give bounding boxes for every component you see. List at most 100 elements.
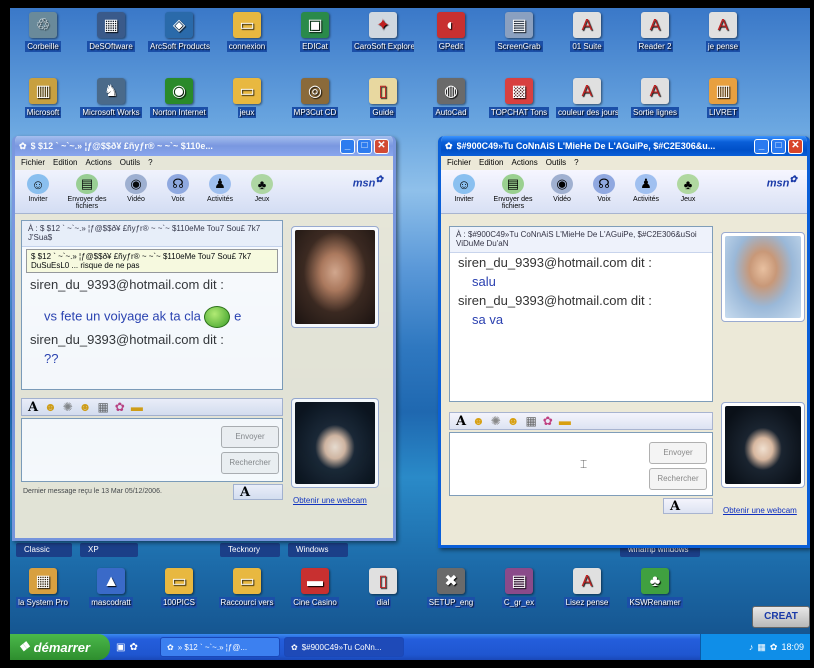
nudge-icon[interactable]: ☻ bbox=[507, 414, 520, 428]
desktop-shortcut[interactable]: ▯ Guide bbox=[352, 78, 414, 120]
own-display-picture[interactable] bbox=[291, 398, 379, 488]
start-button[interactable]: ❖ démarrer bbox=[10, 634, 110, 660]
desktop-shortcut[interactable]: ✦ CaroSoft Explorer bbox=[352, 12, 414, 54]
menu-help[interactable]: ? bbox=[574, 158, 578, 168]
desktop-shortcut[interactable]: ◍ AutoCad bbox=[420, 78, 482, 120]
volume-icon[interactable]: ♪ bbox=[749, 642, 754, 652]
menu-tools[interactable]: Outils bbox=[120, 158, 140, 168]
taskbar-button[interactable]: ✿» $12 ` ~`~.» ¦ƒ@... bbox=[160, 637, 280, 657]
desktop-shortcut[interactable]: ▭ connexion bbox=[216, 12, 278, 54]
send-files-button[interactable]: ▤ Envoyer des fichiers bbox=[489, 174, 537, 210]
menu-edit[interactable]: Edition bbox=[479, 158, 503, 168]
desktop-shortcut[interactable]: Acouleur des jours bbox=[556, 78, 618, 120]
wink-icon[interactable]: ✺ bbox=[491, 414, 501, 428]
msn-conversation-window-right[interactable]: ✿ $#900C49»Tu CoNnAiS L'MieHe De L'AGuiP… bbox=[438, 136, 810, 548]
desktop-shortcut[interactable]: ◈ ArcSoft Products bbox=[148, 12, 210, 54]
desktop-shortcut[interactable]: ♞ Microsoft Works bbox=[80, 78, 142, 120]
emoticon-picker-icon[interactable]: ☻ bbox=[44, 400, 57, 414]
font-icon[interactable]: A bbox=[28, 400, 38, 415]
close-button[interactable]: ✕ bbox=[374, 138, 389, 154]
desktop-shortcut[interactable]: ▦ DeSOftware bbox=[80, 12, 142, 54]
clock[interactable]: 18:09 bbox=[781, 642, 804, 652]
desktop-shortcut[interactable]: A Sortie lignes bbox=[624, 78, 686, 120]
quickbar-item[interactable]: Tecknory bbox=[220, 543, 280, 557]
font-icon[interactable]: A bbox=[456, 414, 466, 429]
video-button[interactable]: ◉ Vidéo bbox=[545, 174, 579, 203]
desktop-shortcut[interactable]: ▯ dial bbox=[352, 568, 414, 610]
desktop-shortcut[interactable]: ◎ MP3Cut CD bbox=[284, 78, 346, 120]
desktop-shortcut[interactable]: ◉ Norton Internet bbox=[148, 78, 210, 120]
desktop-shortcut[interactable]: A Reader 2 bbox=[624, 12, 686, 54]
msn-conversation-window-left[interactable]: ✿ $ $12 ` ~`~.» ¦ƒ@$$ð¥ £ñyƒr® ~ ~`~ $11… bbox=[12, 136, 396, 541]
desktop-shortcut[interactable]: ♲ Corbeille bbox=[12, 12, 74, 54]
gift-icon[interactable]: ✿ bbox=[115, 400, 125, 414]
minimize-button[interactable]: _ bbox=[340, 138, 355, 154]
conversation-history[interactable]: À : $ $12 ` ~`~.» ¦ƒ@$$ð¥ £ñyƒr® ~ ~`~ $… bbox=[21, 220, 283, 390]
window-titlebar[interactable]: ✿ $ $12 ` ~`~.» ¦ƒ@$$ð¥ £ñyƒr® ~ ~`~ $11… bbox=[15, 136, 393, 156]
background-icon[interactable]: ▦ bbox=[525, 414, 536, 428]
desktop-shortcut[interactable]: ▤ C_gr_ex bbox=[488, 568, 550, 610]
get-webcam-link[interactable]: Obtenir une webcam bbox=[723, 506, 797, 515]
activities-button[interactable]: ♟ Activités bbox=[629, 174, 663, 203]
network-icon[interactable]: ▦ bbox=[757, 642, 766, 653]
desktop-icon[interactable]: ▣ bbox=[116, 642, 125, 653]
video-button[interactable]: ◉ Vidéo bbox=[119, 174, 153, 203]
desktop-shortcut[interactable]: ▤ ScreenGrab bbox=[488, 12, 550, 54]
desktop-shortcut[interactable]: ▭ 100PICS bbox=[148, 568, 210, 610]
gift-icon[interactable]: ✿ bbox=[543, 414, 553, 428]
desktop-shortcut[interactable]: A Lisez pense bbox=[556, 568, 618, 610]
desktop-shortcut[interactable]: ▣ EDICat bbox=[284, 12, 346, 54]
desktop-shortcut[interactable]: ▥ LIVRET bbox=[692, 78, 754, 120]
invite-button[interactable]: ☺ Inviter bbox=[447, 174, 481, 203]
minimize-button[interactable]: _ bbox=[754, 138, 769, 154]
activities-button[interactable]: ♟ Activités bbox=[203, 174, 237, 203]
voice-button[interactable]: ☊ Voix bbox=[161, 174, 195, 203]
desktop-shortcut[interactable]: ▬ Cine Casino bbox=[284, 568, 346, 610]
send-button[interactable]: Envoyer bbox=[649, 442, 707, 464]
contact-display-picture[interactable] bbox=[291, 226, 379, 328]
send-button[interactable]: Envoyer bbox=[221, 426, 279, 448]
menu-file[interactable]: Fichier bbox=[21, 158, 45, 168]
menu-tools[interactable]: Outils bbox=[546, 158, 566, 168]
conversation-history[interactable]: À : $#900C49»Tu CoNnAiS L'MieHe De L'AGu… bbox=[449, 226, 713, 402]
wink-icon[interactable]: ✺ bbox=[63, 400, 73, 414]
voice-clip-icon[interactable]: ▬ bbox=[131, 400, 143, 414]
menu-help[interactable]: ? bbox=[148, 158, 152, 168]
desktop-shortcut[interactable]: ▦ la System Pro bbox=[12, 568, 74, 610]
own-display-picture[interactable] bbox=[721, 402, 805, 488]
close-button[interactable]: ✕ bbox=[788, 138, 803, 154]
menu-edit[interactable]: Edition bbox=[53, 158, 77, 168]
desktop-shortcut[interactable]: ◐ GPedit bbox=[420, 12, 482, 54]
taskbar-button[interactable]: ✿ $#900C49»Tu CoNn... bbox=[284, 637, 404, 657]
contact-display-picture[interactable] bbox=[721, 232, 805, 322]
get-webcam-link[interactable]: Obtenir une webcam bbox=[293, 496, 367, 505]
menu-actions[interactable]: Actions bbox=[511, 158, 537, 168]
quickbar-item[interactable]: XP bbox=[80, 543, 138, 557]
search-button[interactable]: Rechercher bbox=[649, 468, 707, 490]
menu-file[interactable]: Fichier bbox=[447, 158, 471, 168]
font-icon[interactable]: A bbox=[240, 485, 250, 500]
creative-app-button[interactable]: CREAT bbox=[752, 606, 810, 628]
desktop-shortcut[interactable]: A 01 Suite bbox=[556, 12, 618, 54]
desktop-shortcut[interactable]: ▩ TOPCHAT Tons bbox=[488, 78, 550, 120]
invite-button[interactable]: ☺ Inviter bbox=[21, 174, 55, 203]
msn-tray-icon[interactable]: ✿ bbox=[770, 642, 778, 653]
voice-button[interactable]: ☊ Voix bbox=[587, 174, 621, 203]
emoticon-picker-icon[interactable]: ☻ bbox=[472, 414, 485, 428]
quickbar-item[interactable]: Classic bbox=[16, 543, 72, 557]
search-button[interactable]: Rechercher bbox=[221, 452, 279, 474]
background-icon[interactable]: ▦ bbox=[97, 400, 108, 414]
voice-clip-icon[interactable]: ▬ bbox=[559, 414, 571, 428]
maximize-button[interactable]: □ bbox=[357, 138, 372, 154]
messenger-icon[interactable]: ✿ bbox=[129, 642, 137, 653]
desktop-shortcut[interactable]: Aje pense bbox=[692, 12, 754, 54]
desktop-shortcut[interactable]: ✖ SETUP_eng bbox=[420, 568, 482, 610]
desktop-shortcut[interactable]: ▭ jeux bbox=[216, 78, 278, 120]
games-button[interactable]: ♣ Jeux bbox=[671, 174, 705, 203]
quickbar-item[interactable]: Windows bbox=[288, 543, 348, 557]
games-button[interactable]: ♣ Jeux bbox=[245, 174, 279, 203]
nudge-icon[interactable]: ☻ bbox=[79, 400, 92, 414]
menu-actions[interactable]: Actions bbox=[85, 158, 111, 168]
window-titlebar[interactable]: ✿ $#900C49»Tu CoNnAiS L'MieHe De L'AGuiP… bbox=[441, 136, 807, 156]
desktop-shortcut[interactable]: ▲ mascodratt bbox=[80, 568, 142, 610]
